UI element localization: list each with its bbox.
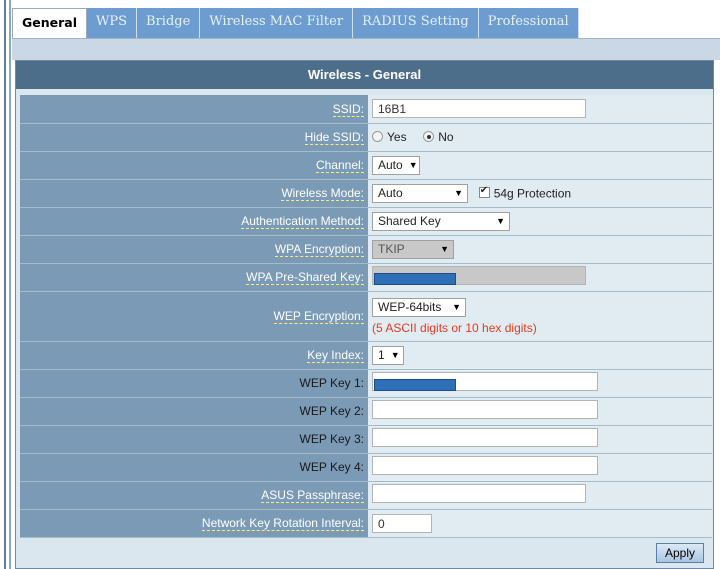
chevron-down-icon: ▼ [440,244,449,254]
tab-wireless-mac-filter[interactable]: Wireless MAC Filter [200,8,354,38]
wpa-encryption-select-value: TKIP [378,242,405,256]
wpa-encryption-select[interactable]: TKIP ▼ [372,239,454,259]
hide-ssid-label: Hide SSID: [304,130,364,145]
row-wep-key-1: WEP Key 1: [20,369,712,398]
apply-button[interactable]: Apply [655,543,704,563]
ssid-input[interactable]: 16B1 [372,99,586,119]
tab-professional[interactable]: Professional [478,8,579,38]
channel-select-value: Auto [378,158,403,172]
chevron-down-icon: ▼ [454,188,463,198]
tab-bridge[interactable]: Bridge [137,8,201,38]
key-index-label: Key Index: [307,348,364,363]
wireless-mode-select[interactable]: Auto ▼ [372,183,468,203]
key-index-select[interactable]: 1 ▼ [372,345,404,365]
wep-encryption-hint: (5 ASCII digits or 10 hex digits) [372,320,537,335]
hide-ssid-no-radio[interactable] [423,131,435,142]
tab-general[interactable]: General [12,8,87,39]
hide-ssid-yes-label: Yes [387,130,407,144]
wireless-mode-select-value: Auto [378,186,403,200]
chevron-down-icon: ▼ [390,350,400,360]
wpa-psk-label: WPA Pre-Shared Key: [246,270,364,285]
asus-passphrase-input[interactable] [372,484,586,503]
row-auth-method: Authentication Method: Shared Key ▼ [20,207,712,236]
channel-label: Channel: [315,158,364,173]
row-wep-key-4: WEP Key 4: [20,453,712,482]
row-asus-passphrase: ASUS Passphrase: [20,481,712,510]
wireless-general-panel: Wireless - General SSID: 16B1 Hide SSID:… [15,60,714,569]
tab-radius-setting[interactable]: RADIUS Setting [353,8,479,38]
row-wpa-psk: WPA Pre-Shared Key: [20,263,712,292]
wep-key-4-label: WEP Key 4: [20,453,368,482]
asus-passphrase-label: ASUS Passphrase: [261,488,364,503]
row-channel: Channel: Auto ▼ [20,151,712,180]
hide-ssid-yes-radio[interactable] [372,131,383,142]
row-wep-key-3: WEP Key 3: [20,425,712,454]
tab-content-frame [12,38,720,60]
chevron-down-icon: ▼ [408,160,418,170]
auth-method-select[interactable]: Shared Key ▼ [372,211,510,231]
left-frame-border-inner [9,0,11,569]
rotation-interval-label: Network Key Rotation Interval: [201,516,364,531]
row-hide-ssid: Hide SSID: Yes No [20,123,712,152]
left-frame-border [0,0,6,569]
page-title: Wireless - General [16,61,713,89]
ssid-label: SSID: [332,101,364,117]
row-wep-encryption: WEP Encryption: WEP-64bits ▼ (5 ASCII dig… [20,291,712,342]
key-index-select-value: 1 [378,348,385,362]
chevron-down-icon: ▼ [496,216,505,226]
row-wireless-mode: Wireless Mode: Auto ▼ 54g Protection [20,179,712,208]
row-key-index: Key Index: 1 ▼ [20,341,712,370]
wep-key-4-input[interactable] [372,456,598,475]
row-wpa-encryption: WPA Encryption: TKIP ▼ [20,235,712,264]
auth-method-select-value: Shared Key [378,214,441,228]
protection-54g-label: 54g Protection [493,186,572,200]
chevron-down-icon: ▼ [452,302,461,312]
row-rotation-interval: Network Key Rotation Interval: 0 [20,509,712,538]
tab-wps[interactable]: WPS [87,8,138,38]
wep-key-2-label: WEP Key 2: [20,397,368,426]
wep-encryption-label: WEP Encryption: [273,309,364,324]
protection-54g-checkbox[interactable] [478,185,490,198]
rotation-interval-input[interactable]: 0 [372,513,432,533]
redacted-value-bar [374,378,456,391]
hide-ssid-no-label: No [438,130,454,144]
row-wep-key-2: WEP Key 2: [20,397,712,426]
wep-key-1-label: WEP Key 1: [20,369,368,398]
row-ssid: SSID: 16B1 [20,95,712,124]
wep-key-3-label: WEP Key 3: [20,425,368,454]
wep-encryption-select-value: WEP-64bits [378,300,442,314]
wep-key-2-input[interactable] [372,400,598,419]
action-bar: Apply [20,539,712,565]
wireless-mode-label: Wireless Mode: [281,186,364,201]
wep-key-3-input[interactable] [372,428,598,447]
redacted-value-bar [374,272,456,285]
settings-form: SSID: 16B1 Hide SSID: Yes No Channel: Au… [20,95,712,538]
channel-select[interactable]: Auto ▼ [372,155,420,175]
wep-encryption-select[interactable]: WEP-64bits ▼ [372,297,466,317]
auth-method-label: Authentication Method: [241,214,364,229]
wpa-encryption-label: WPA Encryption: [274,242,364,257]
tab-bar: General WPS Bridge Wireless MAC Filter R… [12,8,579,39]
